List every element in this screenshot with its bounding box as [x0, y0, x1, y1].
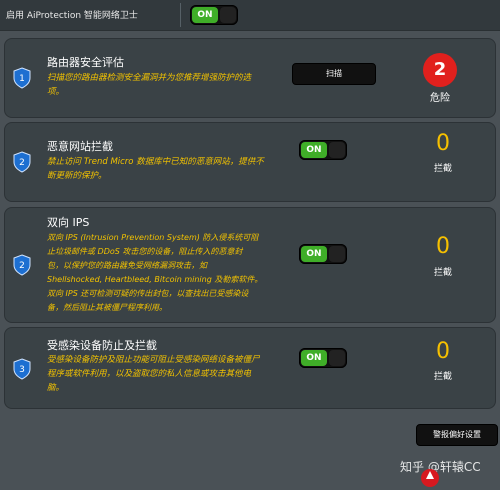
icon-number: 2: [19, 158, 25, 168]
card-description: 禁止访问 Trend Micro 数据库中已知的恶意网站，提供不 断更新的保护。: [47, 155, 264, 183]
card-title: 受感染设备防止及拦截: [47, 339, 157, 352]
shield-icon: 3: [13, 358, 31, 380]
risk-label: 危险: [430, 93, 450, 104]
blocked-count: 0: [436, 234, 450, 259]
card-malicious-site-blocking: 2 恶意网站拦截 禁止访问 Trend Micro 数据库中已知的恶意网站，提供…: [4, 122, 496, 202]
desc-line: 双向 IPS 还可检测可疑的传出封包，以查找出已受感染设: [47, 289, 249, 298]
toggle-knob: [220, 7, 236, 23]
card-description: 扫描您的路由器检测安全漏洞并为您推荐增强防护的选 项。: [47, 71, 251, 99]
shield-icon: 2: [13, 151, 31, 173]
aiprotection-toggle[interactable]: ON: [190, 5, 238, 25]
card-description: 双向 IPS (Intrusion Prevention System) 防入侵…: [47, 231, 262, 315]
alert-preferences-button[interactable]: 警报偏好设置: [416, 424, 498, 446]
aiprotection-label: 启用 AiProtection 智能网络卫士: [6, 11, 138, 21]
icon-number: 3: [19, 365, 25, 375]
toggle-on-label: ON: [301, 350, 327, 366]
magnifier-shield-icon: 1: [13, 67, 31, 89]
blocked-count: 0: [436, 131, 450, 156]
desc-line: 双向 IPS (Intrusion Prevention System) 防入侵…: [47, 233, 259, 242]
two-way-ips-toggle[interactable]: ON: [299, 244, 347, 264]
aiprotection-header: 启用 AiProtection 智能网络卫士 ON: [0, 0, 500, 31]
malicious-site-toggle[interactable]: ON: [299, 140, 347, 160]
icon-number: 2: [19, 261, 25, 271]
card-title: 双向 IPS: [47, 216, 90, 229]
scan-button[interactable]: 扫描: [292, 63, 376, 85]
blocked-count: 0: [436, 339, 450, 364]
desc-line: 程序或软件利用，以及盗取您的私人信息或攻击其他电: [47, 369, 252, 379]
toggle-knob: [329, 350, 345, 366]
toggle-knob: [329, 246, 345, 262]
card-title: 路由器安全评估: [47, 56, 124, 69]
card-title: 恶意网站拦截: [47, 140, 113, 153]
desc-line: Shellshocked, Heartbleed, Bitcoin mining…: [47, 275, 263, 284]
blocked-label: 拦截: [433, 268, 452, 278]
toggle-on-label: ON: [301, 142, 327, 158]
desc-line: 断更新的保护。: [47, 171, 107, 181]
header-divider: [180, 3, 181, 27]
shield-icon: 2: [13, 254, 31, 276]
desc-line: 备，然后阻止其被僵尸程序利用。: [47, 303, 167, 312]
card-description: 受感染设备防护及阻止功能可阻止受感染网络设备被僵尸 程序或软件利用，以及盗取您的…: [47, 353, 260, 395]
desc-line: 受感染设备防护及阻止功能可阻止受感染网络设备被僵尸: [47, 355, 260, 365]
toggle-on-label: ON: [192, 7, 218, 23]
risk-count-badge: 2: [423, 53, 457, 87]
icon-number: 1: [19, 74, 25, 84]
blocked-label: 拦截: [433, 164, 452, 174]
trend-micro-logo: [421, 469, 439, 487]
infected-device-toggle[interactable]: ON: [299, 348, 347, 368]
blocked-label: 拦截: [433, 372, 452, 382]
card-router-security-assessment: 1 路由器安全评估 扫描您的路由器检测安全漏洞并为您推荐增强防护的选 项。: [4, 38, 496, 118]
card-two-way-ips: 2 双向 IPS 双向 IPS (Intrusion Prevention Sy…: [4, 207, 496, 323]
toggle-on-label: ON: [301, 246, 327, 262]
desc-line: 项。: [47, 87, 65, 97]
desc-line: 包，以保护您的路由器免受网络漏洞攻击，如: [47, 261, 207, 270]
card-infected-device-blocking: 3 受感染设备防止及拦截 受感染设备防护及阻止功能可阻止受感染网络设备被僵尸 程…: [4, 327, 496, 409]
desc-line: 扫描您的路由器检测安全漏洞并为您推荐增强防护的选: [47, 73, 252, 83]
toggle-knob: [329, 142, 345, 158]
desc-line: 禁止访问 Trend Micro 数据库中已知的恶意网站，提供不: [47, 157, 264, 167]
desc-line: 止垃圾邮件或 DDoS 攻击您的设备，阻止传入的恶意封: [47, 247, 243, 256]
desc-line: 脑。: [47, 383, 65, 393]
